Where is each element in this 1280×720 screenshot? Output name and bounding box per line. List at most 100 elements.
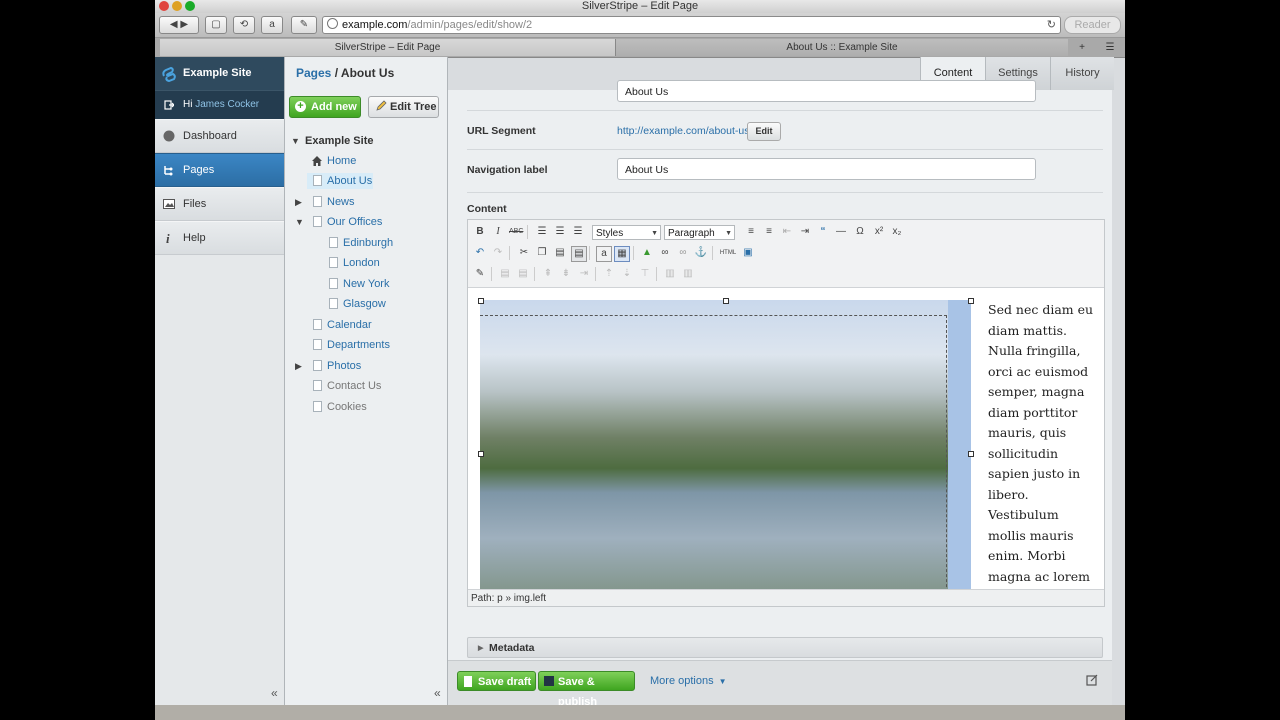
copy-icon[interactable]: ❐ [535, 246, 549, 260]
insert-table-icon[interactable]: ▤ [498, 267, 512, 281]
reader-button[interactable]: Reader [1064, 16, 1121, 34]
special-character-icon[interactable]: Ω [853, 225, 867, 239]
merge-cells-icon[interactable]: ▥ [681, 267, 695, 281]
menu-item-pages[interactable]: Pages [155, 153, 284, 187]
add-new-button[interactable]: + Add new [289, 96, 361, 118]
preview-icon[interactable] [1086, 674, 1098, 686]
tab-overview-icon[interactable]: ☰ [1099, 39, 1121, 56]
bold-icon[interactable]: B [473, 225, 487, 239]
site-brand[interactable]: Example Site [155, 57, 284, 90]
tree-node[interactable]: Edinburgh [329, 235, 439, 251]
paste-icon[interactable]: ▤ [553, 246, 567, 260]
delete-row-icon[interactable]: ⇥ [577, 267, 591, 281]
italic-icon[interactable]: I [491, 225, 505, 239]
save-draft-button[interactable]: Save draft [457, 671, 536, 691]
numbered-list-icon[interactable]: ≡ [762, 225, 776, 239]
styles-select[interactable]: Styles ▼ [592, 225, 661, 240]
undo-icon[interactable]: ↶ [473, 246, 487, 260]
insert-link-icon[interactable]: ∞ [658, 246, 672, 260]
subscript-icon[interactable]: x₂ [890, 225, 904, 239]
align-center-icon[interactable]: ☰ [553, 225, 567, 239]
back-icon[interactable]: ◀ [170, 19, 178, 30]
url-segment-link[interactable]: http://example.com/about-us [617, 124, 750, 138]
resize-handle[interactable] [968, 298, 974, 304]
expanded-toggle-icon[interactable]: ▼ [295, 214, 305, 230]
tree-root[interactable]: ▼ Example Site [291, 133, 441, 149]
superscript-icon[interactable]: x² [872, 225, 886, 239]
tree-node[interactable]: ▶ News [295, 194, 435, 210]
collapsed-toggle-icon[interactable]: ▶ [295, 358, 305, 374]
visual-aid-icon[interactable]: ▦ [614, 246, 630, 262]
minimize-window-icon[interactable] [172, 1, 182, 11]
topsites-button[interactable]: ⟲ [233, 16, 255, 34]
content-image[interactable] [478, 298, 974, 606]
horizontal-rule-icon[interactable]: — [834, 225, 848, 239]
fullscreen-icon[interactable]: ▣ [741, 246, 755, 260]
edit-url-segment-button[interactable]: Edit [747, 122, 781, 141]
tree-node[interactable]: Contact Us [313, 378, 438, 394]
collapse-tree-button[interactable]: « [434, 686, 441, 700]
unlink-icon[interactable]: ∞ [676, 246, 690, 260]
table-props-icon[interactable]: ▤ [516, 267, 530, 281]
collapsed-toggle-icon[interactable]: ▶ [295, 194, 305, 210]
tree-node[interactable]: New York [329, 276, 439, 292]
page-title-field[interactable]: About Us [617, 80, 1036, 102]
resize-handle[interactable] [968, 451, 974, 457]
edit-tree-button[interactable]: Edit Tree [368, 96, 439, 118]
user-profile-link[interactable]: James Cocker [195, 99, 259, 110]
bullet-list-icon[interactable]: ≡ [744, 225, 758, 239]
sidebar-toggle-button[interactable]: ▢ [205, 16, 227, 34]
redo-icon[interactable]: ↷ [491, 246, 505, 260]
reload-icon[interactable]: ↻ [1047, 17, 1056, 33]
spellcheck-icon[interactable]: ✎ [473, 267, 487, 281]
save-publish-button[interactable]: Save & publish [538, 671, 635, 708]
content-paragraph[interactable]: Sed nec diam eu diam mattis. Nulla fring… [988, 300, 1098, 606]
strikethrough-icon[interactable]: ABC [509, 225, 523, 239]
menu-item-files[interactable]: Files [155, 187, 284, 221]
new-tab-button[interactable]: + [1067, 39, 1097, 56]
more-options-button[interactable]: More options ▼ [650, 675, 727, 687]
align-left-icon[interactable]: ☰ [535, 225, 549, 239]
tree-node[interactable]: Departments [313, 337, 438, 353]
tab-silverstripe[interactable]: SilverStripe – Edit Page [160, 39, 615, 56]
format-select[interactable]: Paragraph ▼ [664, 225, 735, 240]
col-before-icon[interactable]: ⇡ [602, 267, 616, 281]
cut-icon[interactable]: ✂ [517, 246, 531, 260]
close-window-icon[interactable] [159, 1, 169, 11]
menu-item-dashboard[interactable]: Dashboard [155, 119, 284, 153]
tools-button[interactable]: ✎ [291, 16, 317, 34]
tree-node[interactable]: ▶ Photos [295, 358, 435, 374]
tree-node[interactable]: London [329, 255, 439, 271]
anchor-icon[interactable]: ⚓ [694, 246, 708, 260]
navigation-label-field[interactable]: About Us [617, 158, 1036, 180]
html-source-icon[interactable]: HTML [719, 246, 737, 260]
logout-icon[interactable] [164, 100, 174, 110]
indent-icon[interactable]: ⇥ [798, 225, 812, 239]
zoom-window-icon[interactable] [185, 1, 195, 11]
insert-image-icon[interactable]: ▲ [640, 246, 654, 260]
blockquote-icon[interactable]: “ [816, 225, 830, 239]
tab-about-us[interactable]: About Us :: Example Site [615, 39, 1068, 56]
resize-handle[interactable] [723, 298, 729, 304]
address-bar[interactable]: example.com/admin/pages/edit/show/2 ↻ [322, 16, 1061, 34]
row-before-icon[interactable]: ⇞ [541, 267, 555, 281]
row-after-icon[interactable]: ⇟ [559, 267, 573, 281]
col-after-icon[interactable]: ⇣ [620, 267, 634, 281]
outdent-icon[interactable]: ⇤ [780, 225, 794, 239]
breadcrumb-pages-link[interactable]: Pages [296, 66, 331, 80]
back-forward-buttons[interactable]: ◀ ▶ [159, 16, 199, 34]
tab-history[interactable]: History [1050, 57, 1114, 90]
tree-node[interactable]: Home [311, 153, 441, 169]
tree-node-selected[interactable]: About Us [307, 173, 373, 189]
expanded-toggle-icon[interactable]: ▼ [291, 133, 301, 149]
paste-word-icon[interactable]: ▤ [571, 246, 587, 262]
tree-node[interactable]: Cookies [313, 399, 438, 415]
select-all-icon[interactable]: a [596, 246, 612, 262]
amazon-bookmark-button[interactable]: a [261, 16, 283, 34]
tree-node[interactable]: ▼ Our Offices [295, 214, 435, 230]
resize-handle[interactable] [478, 298, 484, 304]
align-right-icon[interactable]: ☰ [571, 225, 585, 239]
metadata-toggle[interactable]: ▶ Metadata [467, 637, 1103, 658]
split-cells-icon[interactable]: ▥ [663, 267, 677, 281]
tree-node[interactable]: Calendar [313, 317, 438, 333]
